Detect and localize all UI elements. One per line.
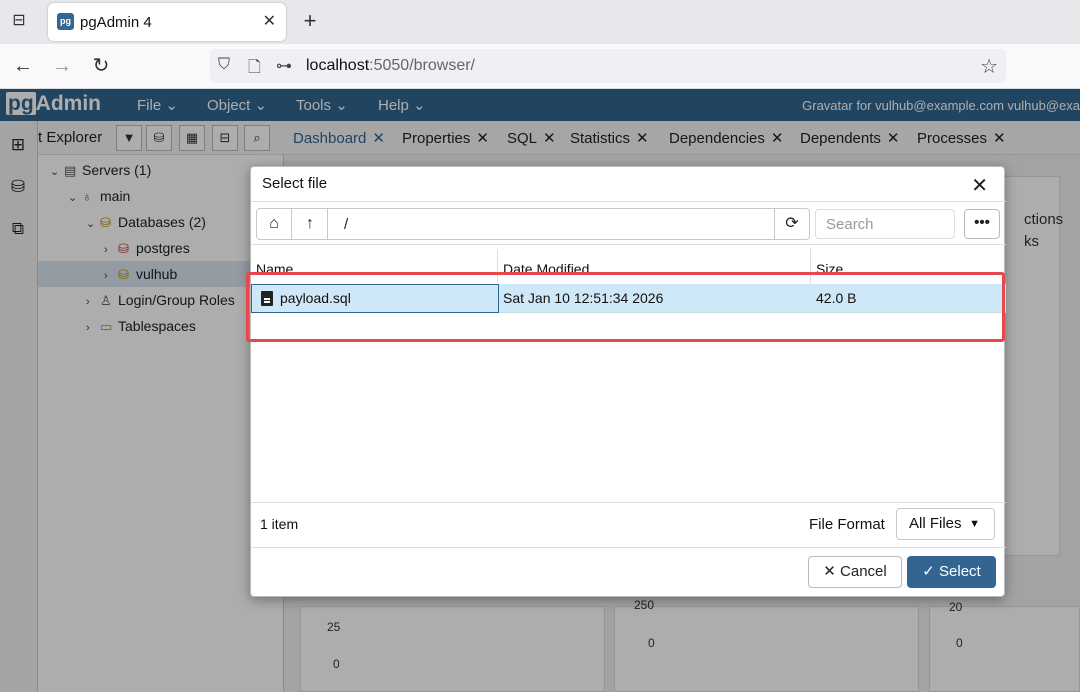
file-format-label: File Format [809, 516, 885, 533]
tab-close-icon[interactable]: ✕ [263, 11, 276, 31]
cancel-label: Cancel [840, 563, 887, 580]
up-directory-icon[interactable]: ↑ [293, 209, 328, 239]
search-input[interactable] [815, 209, 955, 239]
pgadmin-favicon-icon: pg [57, 13, 74, 30]
path-toolbar: ⌂ ↑ ⟳ [256, 208, 810, 240]
select-file-dialog: Select file ✕ ⌂ ↑ ⟳ ••• Name Date Modifi… [250, 166, 1006, 597]
highlight-annotation [246, 272, 1005, 342]
tab-list-icon[interactable]: ⊟ [8, 10, 30, 32]
select-label: Select [939, 563, 981, 580]
more-options-button[interactable]: ••• [964, 209, 1000, 239]
back-icon[interactable]: ← [10, 54, 36, 80]
dialog-status-bar: 1 item File Format All Files ▼ [251, 503, 1006, 547]
check-icon: ✓ [922, 563, 935, 580]
divider [251, 547, 1006, 548]
new-tab-icon[interactable]: + [298, 8, 322, 34]
caret-down-icon: ▼ [969, 518, 980, 530]
dialog-title: Select file [262, 175, 328, 192]
file-format-value: All Files [909, 515, 962, 532]
close-icon: ✕ [823, 563, 836, 580]
reload-icon[interactable]: ↻ [88, 54, 114, 80]
home-icon[interactable]: ⌂ [257, 209, 292, 239]
url-bar[interactable]: ⛉ 🗋 ⊶ localhost:5050/browser/ ☆ [210, 49, 1006, 83]
cancel-button[interactable]: ✕ Cancel [808, 556, 902, 588]
permissions-icon[interactable]: ⊶ [276, 56, 292, 76]
browser-tab-bar: ⊟ pg pgAdmin 4 ✕ + [0, 0, 1080, 44]
bookmark-star-icon[interactable]: ☆ [980, 54, 998, 79]
url-host: localhost [306, 57, 370, 74]
file-format-select[interactable]: All Files ▼ [896, 508, 995, 540]
divider [251, 244, 1006, 245]
browser-nav-bar: ← → ↻ ⛉ 🗋 ⊶ localhost:5050/browser/ ☆ [0, 44, 1080, 89]
path-input[interactable] [339, 209, 773, 239]
select-button[interactable]: ✓ Select [907, 556, 996, 588]
forward-icon[interactable]: → [49, 54, 75, 80]
divider [251, 201, 1006, 202]
page-icon: 🗋 [248, 59, 261, 76]
refresh-icon[interactable]: ⟳ [774, 209, 809, 239]
browser-tab[interactable]: pg pgAdmin 4 ✕ [48, 3, 286, 41]
shield-icon[interactable]: ⛉ [218, 56, 230, 74]
url-path: :5050/browser/ [369, 57, 475, 74]
dialog-close-icon[interactable]: ✕ [971, 173, 988, 198]
url-text[interactable]: localhost:5050/browser/ [306, 57, 475, 75]
item-count: 1 item [260, 516, 299, 532]
browser-tab-title: pgAdmin 4 [80, 14, 152, 31]
